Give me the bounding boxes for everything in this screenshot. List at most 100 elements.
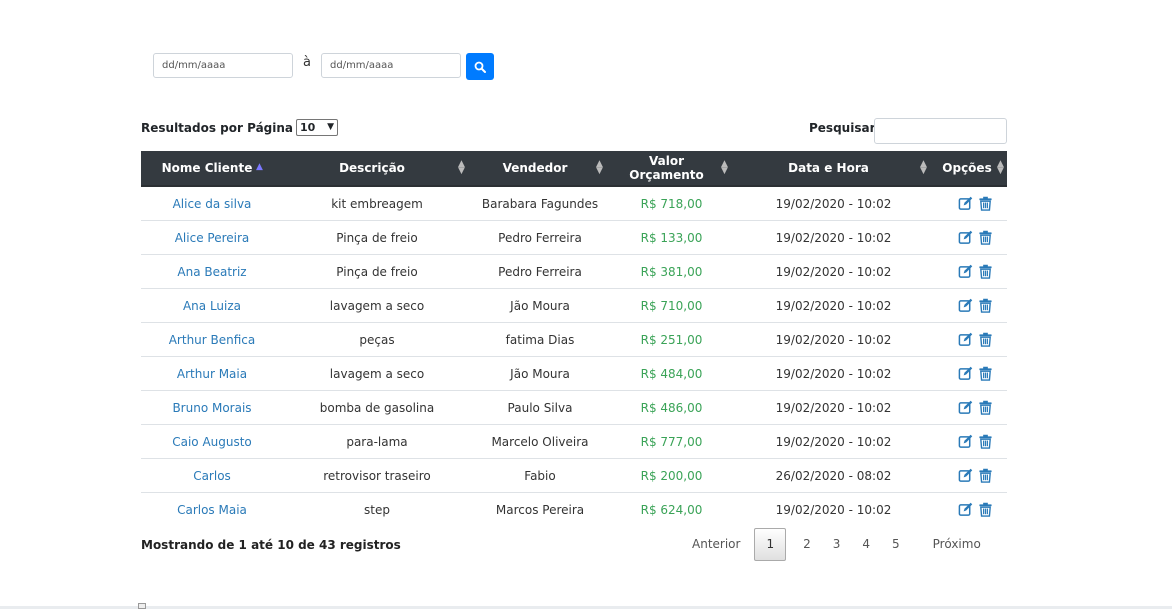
- client-name-link[interactable]: Caio Augusto: [141, 424, 283, 459]
- column-header-value[interactable]: Valor Orçamento ▲ ▼: [609, 151, 734, 187]
- trash-icon[interactable]: [977, 400, 993, 416]
- client-name-link[interactable]: Bruno Morais: [141, 390, 283, 425]
- client-name-link[interactable]: Alice da silva: [141, 185, 283, 221]
- quotes-table: Nome Cliente ▲ Descrição ▲ ▼ Vendedor ▲ ▼ Val…: [141, 151, 1007, 526]
- seller-cell: Pedro Ferreira: [471, 220, 609, 255]
- edit-icon[interactable]: [957, 502, 973, 518]
- value-cell: R$ 251,00: [609, 322, 734, 357]
- edit-icon[interactable]: [957, 434, 973, 450]
- client-name-link[interactable]: Arthur Benfica: [141, 322, 283, 357]
- description-cell: Pinça de freio: [283, 254, 471, 289]
- client-name-link[interactable]: Ana Luiza: [141, 288, 283, 323]
- options-cell: [933, 458, 1007, 493]
- table-row: Caio Augusto para-lama Marcelo Oliveira R$ …: [141, 424, 1007, 459]
- datetime-cell: 19/02/2020 - 10:02: [734, 254, 933, 289]
- datetime-cell: 19/02/2020 - 10:02: [734, 220, 933, 255]
- results-per-page-label: Resultados por Página: [141, 120, 294, 135]
- edit-icon[interactable]: [957, 196, 973, 212]
- pagination-page-1[interactable]: 1: [754, 528, 787, 561]
- client-name-link[interactable]: Arthur Maia: [141, 356, 283, 391]
- pagination-page-2[interactable]: 2: [792, 529, 822, 560]
- edit-icon[interactable]: [957, 264, 973, 280]
- pagination-page-3[interactable]: 3: [822, 529, 852, 560]
- datetime-cell: 26/02/2020 - 08:02: [734, 458, 933, 493]
- column-header-seller[interactable]: Vendedor ▲ ▼: [471, 151, 609, 187]
- date-from-input[interactable]: [153, 53, 293, 78]
- value-cell: R$ 484,00: [609, 356, 734, 391]
- sort-asc-icon: ▲: [256, 162, 263, 172]
- column-header-label: Nome Cliente: [161, 161, 253, 175]
- client-name-link[interactable]: Carlos: [141, 458, 283, 493]
- datetime-cell: 19/02/2020 - 10:02: [734, 356, 933, 391]
- pagination-next[interactable]: Próximo: [911, 529, 992, 560]
- pagination: Anterior 1 2 3 4 5 Próximo: [681, 528, 992, 561]
- seller-cell: Jão Moura: [471, 288, 609, 323]
- value-cell: R$ 710,00: [609, 288, 734, 323]
- client-name-link[interactable]: Ana Beatriz: [141, 254, 283, 289]
- trash-icon[interactable]: [977, 298, 993, 314]
- description-cell: Pinça de freio: [283, 220, 471, 255]
- magnifier-icon: [474, 61, 486, 73]
- edit-icon[interactable]: [957, 230, 973, 246]
- value-cell: R$ 133,00: [609, 220, 734, 255]
- table-row: Bruno Morais bomba de gasolina Paulo Silva…: [141, 390, 1007, 425]
- value-cell: R$ 200,00: [609, 458, 734, 493]
- date-to-input[interactable]: [321, 53, 461, 78]
- value-cell: R$ 381,00: [609, 254, 734, 289]
- options-cell: [933, 390, 1007, 425]
- results-per-page-select[interactable]: 10 ▼: [296, 119, 339, 136]
- edit-icon[interactable]: [957, 400, 973, 416]
- seller-cell: Pedro Ferreira: [471, 254, 609, 289]
- footer-checkbox[interactable]: [138, 603, 146, 609]
- pagination-page-4[interactable]: 4: [851, 529, 881, 560]
- trash-icon[interactable]: [977, 502, 993, 518]
- options-cell: [933, 254, 1007, 289]
- table-row: Ana Luiza lavagem a seco Jão Moura R$ 710,0…: [141, 288, 1007, 323]
- seller-cell: Paulo Silva: [471, 390, 609, 425]
- value-cell: R$ 624,00: [609, 492, 734, 526]
- column-header-datetime[interactable]: Data e Hora ▲ ▼: [734, 151, 933, 187]
- pagination-page-5[interactable]: 5: [881, 529, 911, 560]
- search-input[interactable]: [874, 118, 1007, 144]
- datetime-cell: 19/02/2020 - 10:02: [734, 185, 933, 221]
- table-row: Arthur Maia lavagem a seco Jão Moura R$ 484…: [141, 356, 1007, 391]
- column-header-options[interactable]: Opções ▲ ▼: [933, 151, 1007, 187]
- description-cell: peças: [283, 322, 471, 357]
- edit-icon[interactable]: [957, 298, 973, 314]
- table-row: Alice Pereira Pinça de freio Pedro Ferreir…: [141, 220, 1007, 255]
- table-info: Mostrando de 1 até 10 de 43 registros: [141, 538, 401, 552]
- column-header-client[interactable]: Nome Cliente ▲: [141, 151, 283, 187]
- pagination-previous[interactable]: Anterior: [681, 529, 754, 560]
- trash-icon[interactable]: [977, 434, 993, 450]
- sort-icon: ▲ ▼: [997, 159, 1004, 176]
- description-cell: bomba de gasolina: [283, 390, 471, 425]
- datetime-cell: 19/02/2020 - 10:02: [734, 288, 933, 323]
- sort-icon: ▲ ▼: [596, 159, 603, 176]
- client-name-link[interactable]: Alice Pereira: [141, 220, 283, 255]
- trash-icon[interactable]: [977, 468, 993, 484]
- options-cell: [933, 492, 1007, 526]
- sort-icon: ▲ ▼: [721, 159, 728, 176]
- seller-cell: fatima Dias: [471, 322, 609, 357]
- trash-icon[interactable]: [977, 366, 993, 382]
- description-cell: retrovisor traseiro: [283, 458, 471, 493]
- column-header-description[interactable]: Descrição ▲ ▼: [283, 151, 471, 187]
- column-header-label: Valor Orçamento: [629, 154, 704, 182]
- table-row: Alice da silva kit embreagem Barabara Fagu…: [141, 185, 1007, 221]
- client-name-link[interactable]: Carlos Maia: [141, 492, 283, 526]
- description-cell: step: [283, 492, 471, 526]
- table-row: Carlos retrovisor traseiro Fabio R$ 200,00 2…: [141, 458, 1007, 493]
- edit-icon[interactable]: [957, 332, 973, 348]
- options-cell: [933, 424, 1007, 459]
- edit-icon[interactable]: [957, 468, 973, 484]
- trash-icon[interactable]: [977, 264, 993, 280]
- table-header-row: Nome Cliente ▲ Descrição ▲ ▼ Vendedor ▲ ▼ Val…: [141, 151, 1007, 187]
- column-header-label: Descrição: [339, 161, 405, 175]
- trash-icon[interactable]: [977, 230, 993, 246]
- description-cell: para-lama: [283, 424, 471, 459]
- results-per-page-value: 10: [300, 121, 316, 134]
- trash-icon[interactable]: [977, 332, 993, 348]
- edit-icon[interactable]: [957, 366, 973, 382]
- date-search-button[interactable]: [466, 53, 494, 80]
- trash-icon[interactable]: [977, 196, 993, 212]
